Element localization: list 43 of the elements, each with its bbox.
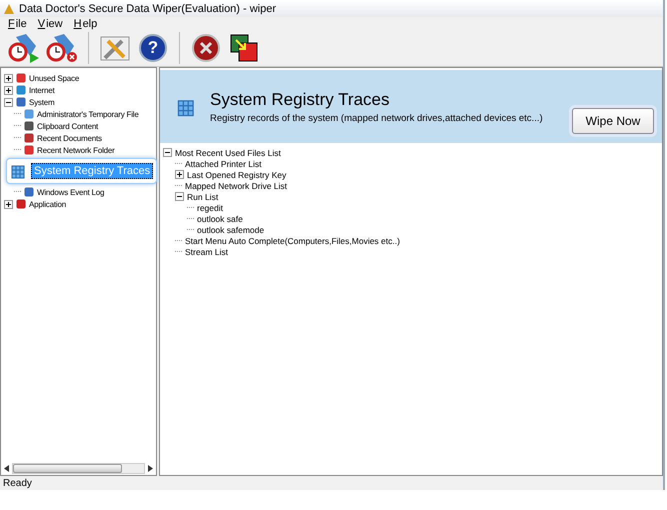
tree-item[interactable]: outlook safemode: [197, 224, 264, 234]
app-icon: [3, 2, 15, 14]
tree-item[interactable]: Stream List: [185, 246, 228, 256]
section-description: Registry records of the system (mapped network drives,attached devices etc...): [210, 112, 544, 124]
tree-item[interactable]: Recent Network Folder: [37, 146, 115, 154]
clock-folder-delete-icon: [46, 33, 78, 63]
tree-item[interactable]: regedit: [197, 202, 223, 212]
tree-item[interactable]: Internet: [29, 86, 55, 94]
menu-item[interactable]: View: [36, 18, 64, 30]
tree-item[interactable]: Start Menu Auto Complete(Computers,Files,Movies etc..): [185, 236, 400, 246]
collapse-toggle[interactable]: [175, 192, 184, 201]
window-title: Data Doctor's Secure Data Wiper(Evaluation) - wiper: [19, 2, 276, 14]
scroll-right-icon[interactable]: [147, 464, 153, 472]
status-text: Ready: [3, 478, 32, 488]
menu-item[interactable]: Help: [72, 18, 98, 30]
tree-item[interactable]: Unused Space: [29, 74, 80, 82]
expand-toggle[interactable]: [4, 86, 13, 94]
tree-item[interactable]: Mapped Network Drive List: [185, 180, 288, 190]
tree-item[interactable]: Windows Event Log: [37, 188, 104, 196]
tree-item[interactable]: Recent Documents: [37, 134, 102, 142]
toolbar-button[interactable]: ?: [135, 31, 171, 65]
scroll-left-icon[interactable]: [4, 464, 10, 472]
tree-item[interactable]: Run List: [187, 192, 218, 202]
collapse-toggle[interactable]: [163, 148, 172, 157]
tree-item[interactable]: Most Recent Used Files List: [175, 148, 281, 158]
tree-item[interactable]: Application: [29, 200, 66, 208]
tree-item[interactable]: Attached Printer List: [185, 158, 262, 168]
clock-folder-play-icon: [8, 33, 40, 63]
collapse-toggle[interactable]: [4, 98, 13, 106]
close-icon: [191, 33, 221, 63]
tree-item[interactable]: Last Opened Registry Key: [187, 170, 286, 180]
tree-item[interactable]: Administrator's Temporary File: [37, 110, 139, 118]
tree-item[interactable]: System: [29, 98, 54, 106]
tree-item[interactable]: Clipboard Content: [37, 122, 98, 130]
section-title: System Registry Traces: [210, 90, 390, 110]
expand-toggle[interactable]: [4, 74, 13, 82]
expand-toggle[interactable]: [4, 200, 13, 208]
tools-icon: [100, 34, 130, 62]
expand-toggle[interactable]: [175, 170, 184, 179]
help-icon: [138, 33, 168, 63]
tree-item[interactable]: outlook safe: [197, 214, 243, 224]
menu-item[interactable]: File: [6, 18, 28, 30]
switch-windows-icon: [230, 34, 258, 62]
